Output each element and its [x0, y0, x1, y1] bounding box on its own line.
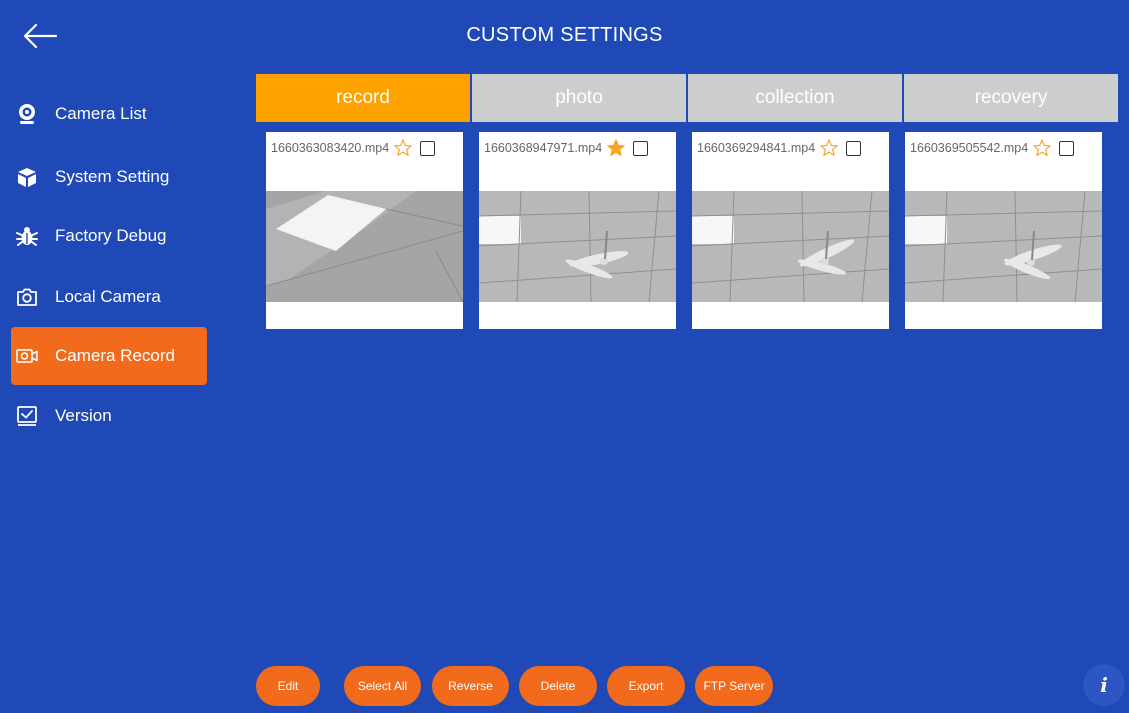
sidebar-item-local-camera[interactable]: Local Camera	[11, 268, 207, 326]
delete-button[interactable]: Delete	[519, 666, 597, 706]
star-outline-icon[interactable]	[819, 138, 839, 158]
select-checkbox[interactable]	[633, 140, 649, 156]
sidebar-item-factory-debug[interactable]: Factory Debug	[11, 207, 207, 265]
file-card-header: 1660369505542.mp4	[910, 138, 1096, 158]
select-checkbox[interactable]	[420, 140, 436, 156]
webcam-icon	[14, 101, 40, 127]
select-checkbox[interactable]	[846, 140, 862, 156]
video-thumbnail	[692, 191, 889, 302]
file-card[interactable]: 1660369294841.mp4	[692, 132, 889, 329]
sidebar-item-label: Factory Debug	[55, 226, 167, 245]
sidebar-item-label: Camera List	[55, 104, 147, 123]
sidebar-item-label: Camera Record	[55, 346, 175, 365]
file-name: 1660368947971.mp4	[484, 141, 603, 155]
ftp-server-button[interactable]: FTP Server	[695, 666, 773, 706]
reverse-button[interactable]: Reverse	[432, 666, 509, 706]
file-card[interactable]: 1660369505542.mp4	[905, 132, 1102, 329]
tab-recovery[interactable]: recovery	[904, 74, 1118, 122]
select-all-button[interactable]: Select All	[344, 666, 421, 706]
video-camera-icon	[14, 343, 40, 369]
tab-photo[interactable]: photo	[472, 74, 686, 122]
sidebar-item-camera-list[interactable]: Camera List	[11, 85, 207, 143]
video-thumbnail	[479, 191, 676, 302]
info-button[interactable]: i	[1083, 664, 1125, 706]
edit-button[interactable]: Edit	[256, 666, 320, 706]
cube-icon	[14, 164, 40, 190]
file-card-header: 1660368947971.mp4	[484, 138, 670, 158]
sidebar-item-version[interactable]: Version	[11, 387, 207, 445]
file-card-header: 1660369294841.mp4	[697, 138, 883, 158]
bug-icon	[14, 223, 40, 249]
tab-record[interactable]: record	[256, 74, 470, 122]
export-button[interactable]: Export	[607, 666, 685, 706]
select-checkbox[interactable]	[1059, 140, 1075, 156]
sidebar-item-camera-record[interactable]: Camera Record	[11, 327, 207, 385]
tab-bar: record photo collection recovery	[256, 74, 1119, 122]
file-card-header: 1660363083420.mp4	[271, 138, 457, 158]
video-thumbnail	[905, 191, 1102, 302]
header: CUSTOM SETTINGS	[0, 0, 1129, 70]
page-title: CUSTOM SETTINGS	[466, 24, 663, 46]
file-name: 1660363083420.mp4	[271, 141, 390, 155]
file-card[interactable]: 1660368947971.mp4	[479, 132, 676, 329]
sidebar-item-label: Version	[55, 406, 112, 425]
sidebar-item-system-setting[interactable]: System Setting	[11, 148, 207, 206]
star-outline-icon[interactable]	[1032, 138, 1052, 158]
video-thumbnail	[266, 191, 463, 302]
star-outline-icon[interactable]	[393, 138, 413, 158]
sidebar-item-label: Local Camera	[55, 287, 161, 306]
camera-icon	[14, 284, 40, 310]
sidebar-item-label: System Setting	[55, 167, 170, 186]
file-card[interactable]: 1660363083420.mp4	[266, 132, 463, 329]
tab-collection[interactable]: collection	[688, 74, 902, 122]
file-name: 1660369505542.mp4	[910, 141, 1029, 155]
star-filled-icon[interactable]	[606, 138, 626, 158]
version-check-icon	[14, 403, 40, 429]
file-name: 1660369294841.mp4	[697, 141, 816, 155]
